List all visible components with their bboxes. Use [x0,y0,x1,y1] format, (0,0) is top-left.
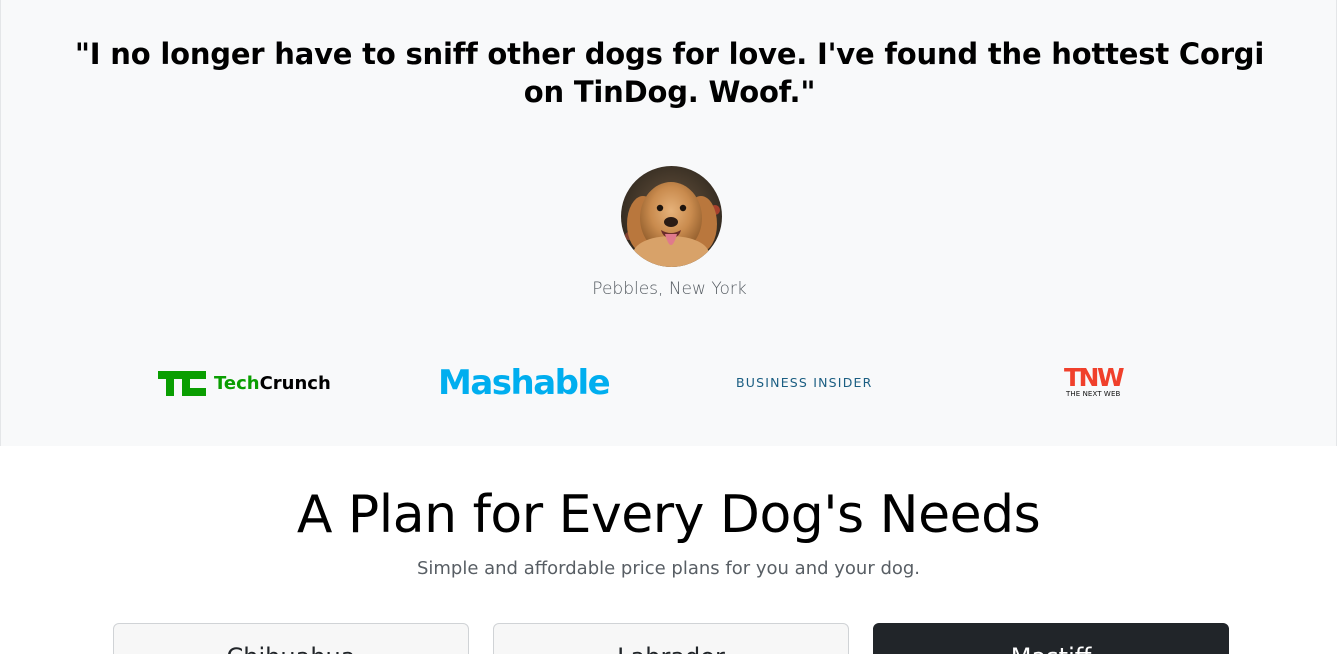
plan-card-mastiff: Mastiff [873,623,1229,654]
tnw-logo: TNW THE NEXT WEB [1063,363,1135,400]
pricing-subtitle: Simple and affordable price plans for yo… [416,558,921,579]
pricing-title: A Plan for Every Dog's Needs [296,485,1041,545]
mashable-logo: Mashable [438,363,611,403]
plan-card-chihuahua: Chihuahua [113,623,469,654]
plan-card-labrador: Labrador [493,623,849,654]
plan-name: Labrador [494,642,848,654]
techcrunch-icon [158,371,206,396]
testimonial-quote: "I no longer have to sniff other dogs fo… [74,37,1265,109]
testimonial-section: "I no longer have to sniff other dogs fo… [0,0,1337,446]
techcrunch-tech-text: Tech [214,373,260,394]
testimonial-attribution: Pebbles, New York [592,279,747,299]
plan-name: Chihuahua [114,642,468,654]
techcrunch-crunch-text: Crunch [259,373,331,394]
business-insider-logo: BUSINESS INSIDER [736,375,873,390]
tnw-subtitle-text: THE NEXT WEB [1066,390,1121,398]
plan-name: Mastiff [874,642,1228,654]
golden-retriever-icon [621,166,722,267]
tnw-mark-text: TNW [1064,363,1125,392]
techcrunch-logo: TechCrunch [158,370,331,398]
dog-avatar-image [621,166,722,267]
